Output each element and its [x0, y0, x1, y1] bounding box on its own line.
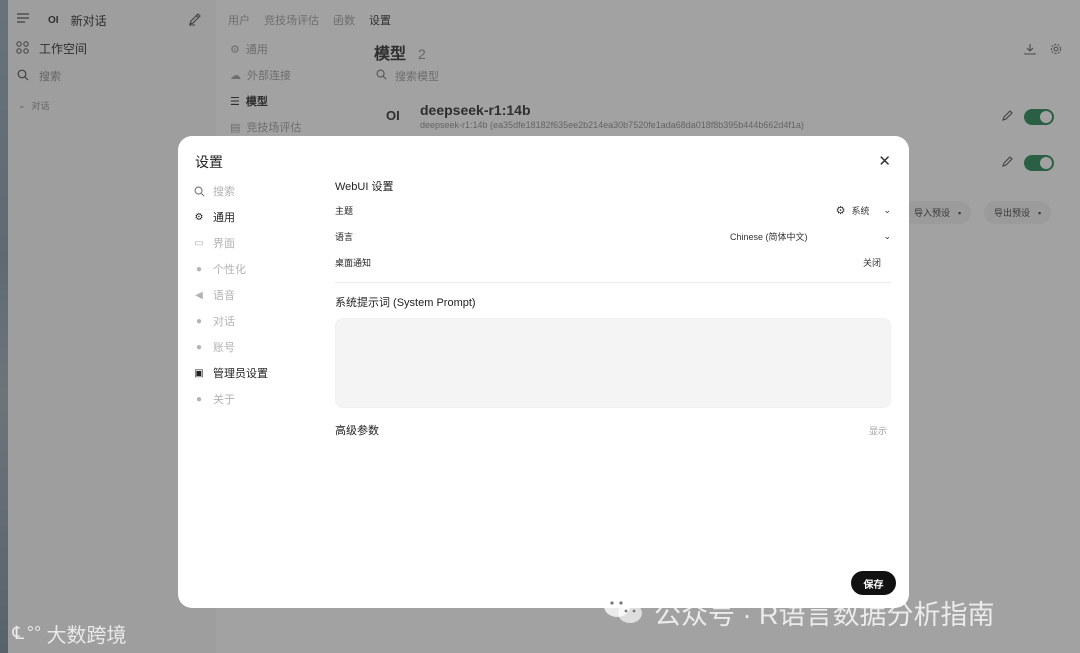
system-prompt-textarea[interactable]	[335, 318, 891, 408]
advanced-params-label: 高级参数	[335, 425, 379, 437]
watermark-wechat: 公众号 · R语言数据分析指南	[602, 592, 995, 633]
admin-icon: ▣	[194, 367, 204, 379]
settings-tab-personalization[interactable]: ● 个性化	[193, 256, 323, 282]
wechat-icon	[602, 592, 644, 633]
divider	[335, 282, 891, 283]
watermark-brand-text: 大数跨境	[46, 625, 127, 647]
info-icon: ●	[195, 393, 203, 405]
watermark-brand: ℄°° 大数跨境	[10, 619, 127, 648]
theme-select[interactable]: ⚙ 系统 ⌄	[836, 204, 891, 217]
settings-search-placeholder: 搜索	[213, 186, 235, 198]
tab-label: 个性化	[213, 264, 246, 276]
tab-label: 关于	[213, 394, 235, 406]
settings-tab-about[interactable]: ● 关于	[193, 386, 323, 412]
tab-label: 账号	[213, 342, 235, 354]
settings-modal: 设置 ✕ 搜索 ⚙ 通用 ▭ 界面 ● 个性化 ◀ 语音 ● 对话 ● 账号 ▣ 管理员设置 …	[178, 136, 909, 608]
notification-row: 桌面通知 关闭	[335, 256, 891, 269]
language-select[interactable]: Chinese (简体中文) ⌄	[730, 230, 891, 243]
watermark-text: 公众号 · R语言数据分析指南	[654, 600, 995, 630]
advanced-params-toggle[interactable]: 显示	[869, 424, 887, 437]
monitor-icon: ▭	[194, 237, 204, 249]
gear-icon: ⚙	[835, 205, 846, 217]
settings-tab-chats[interactable]: ● 对话	[193, 308, 323, 334]
settings-content: WebUI 设置 主题 ⚙ 系统 ⌄ 语言 Chinese (简体中文) ⌄ 桌…	[335, 178, 891, 437]
theme-value: 系统	[851, 206, 870, 216]
tab-label: 语音	[213, 290, 235, 302]
settings-tab-general[interactable]: ⚙ 通用	[193, 204, 323, 230]
settings-nav: 搜索 ⚙ 通用 ▭ 界面 ● 个性化 ◀ 语音 ● 对话 ● 账号 ▣ 管理员设置 ● 关于	[193, 178, 323, 412]
settings-tab-account[interactable]: ● 账号	[193, 334, 323, 360]
modal-title: 设置	[195, 154, 223, 170]
theme-label: 主题	[335, 206, 354, 216]
tab-label: 通用	[213, 212, 235, 224]
webui-settings-header: WebUI 设置	[335, 181, 394, 193]
language-value: Chinese (简体中文)	[729, 232, 808, 242]
language-row: 语言 Chinese (简体中文) ⌄	[335, 230, 891, 243]
chevron-down-icon: ⌄	[883, 205, 891, 215]
search-icon	[193, 186, 205, 197]
advanced-params-row: 高级参数 显示	[335, 422, 891, 438]
settings-tab-audio[interactable]: ◀ 语音	[193, 282, 323, 308]
language-label: 语言	[335, 232, 354, 242]
settings-tab-admin[interactable]: ▣ 管理员设置	[193, 360, 323, 386]
settings-search[interactable]: 搜索	[193, 178, 323, 204]
tab-label: 管理员设置	[213, 368, 268, 380]
brand-logo-icon: ℄°°	[10, 623, 41, 643]
chat-icon: ●	[195, 315, 203, 327]
theme-row: 主题 ⚙ 系统 ⌄	[335, 204, 891, 217]
settings-tab-interface[interactable]: ▭ 界面	[193, 230, 323, 256]
chevron-down-icon: ⌄	[883, 231, 891, 241]
user-icon: ●	[195, 263, 203, 275]
tab-label: 界面	[213, 238, 235, 250]
close-icon[interactable]: ✕	[878, 152, 891, 170]
tab-label: 对话	[213, 316, 235, 328]
account-icon: ●	[195, 341, 203, 353]
gear-icon: ⚙	[194, 211, 204, 223]
speaker-icon: ◀	[195, 289, 203, 301]
system-prompt-label: 系统提示词 (System Prompt)	[335, 297, 476, 309]
notification-label: 桌面通知	[335, 258, 372, 268]
notification-toggle[interactable]: 关闭	[863, 256, 881, 269]
